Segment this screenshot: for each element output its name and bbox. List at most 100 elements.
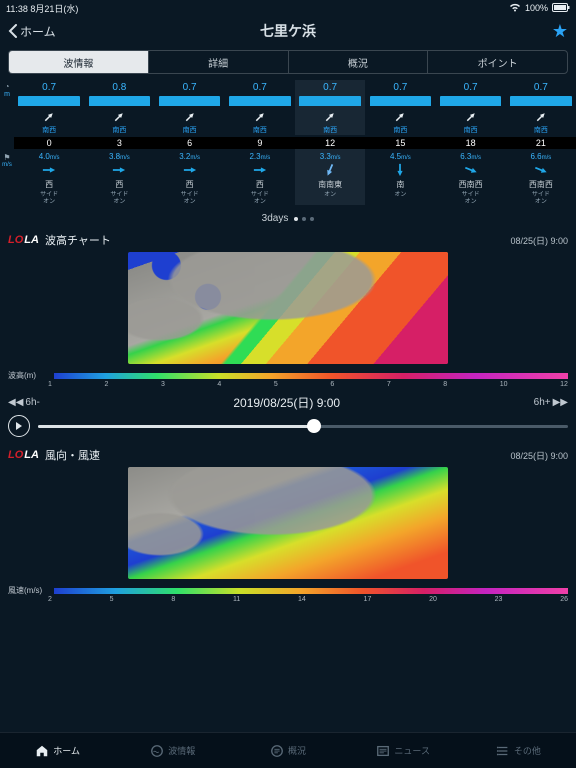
wave-bar [159, 96, 220, 106]
wind-dir-arrow-icon [393, 163, 407, 177]
tab-detail[interactable]: 詳細 [149, 51, 289, 73]
wave-dir-label: 南西 [183, 125, 197, 135]
wave-bar [18, 96, 79, 106]
tick-label: 26 [560, 596, 568, 603]
tick-label: 1 [48, 381, 52, 388]
wind-dir-arrow-icon [534, 163, 548, 177]
forecast-col[interactable]: 6.6m/s西南西サイドオン [506, 149, 576, 205]
forecast-col[interactable]: 0.8南西 [84, 80, 154, 135]
forecast-col[interactable]: 0.7南西 [14, 80, 84, 135]
wifi-icon [509, 3, 521, 14]
battery-label: 100% [525, 3, 548, 13]
tick-label: 2 [48, 596, 52, 603]
section-wave-chart-header: LOLA 波高チャート 08/25(日) 9:00 [0, 228, 576, 250]
time-scrubber: ◀◀ 6h- 2019/08/25(日) 9:00 6h+ ▶▶ [0, 392, 576, 443]
onshore-label: サイドオン [532, 192, 550, 205]
section-title: 波高チャート [45, 232, 111, 248]
scale-label: 波高(m) [8, 370, 48, 381]
step-back-6h[interactable]: ◀◀ 6h- [8, 397, 40, 408]
wind-dir-label: 南 [396, 179, 404, 190]
wind-dir-label: 西 [186, 179, 194, 190]
page-dot[interactable] [302, 217, 306, 221]
hour-label: 15 [365, 137, 435, 149]
forecast-col[interactable]: 0.7 南西 [295, 80, 365, 135]
onshore-label: サイドオン [181, 192, 199, 205]
favorite-button[interactable]: ★ [552, 21, 568, 42]
tick-label: 11 [233, 596, 240, 603]
time-slider[interactable] [38, 425, 568, 428]
wave-dir-arrow-icon [464, 110, 478, 124]
wave-height-value: 0.7 [534, 82, 548, 94]
wind-dir-arrow-icon [42, 163, 56, 177]
step-fwd-6h[interactable]: 6h+ ▶▶ [534, 397, 568, 408]
forecast-col[interactable]: 3.2m/s西サイドオン [155, 149, 225, 205]
wave-height-value: 0.7 [464, 82, 478, 94]
nav-bar: ホーム 七里ケ浜 ★ [0, 16, 576, 46]
wave-dir-arrow-icon [42, 110, 56, 124]
hour-label: 6 [155, 137, 225, 149]
wave-colorbar [54, 373, 568, 379]
wave-bar [299, 96, 360, 106]
wave-height-value: 0.7 [183, 82, 197, 94]
wave-icon: ◔ [0, 82, 14, 91]
forecast-col[interactable]: 0.7南西 [225, 80, 295, 135]
wave-bar [370, 96, 431, 106]
forecast-panel[interactable]: ◔ m 0.7南西0.8南西0.7南西0.7南西0.7南西0.7南西0.7南西0… [0, 78, 576, 209]
status-date: 8月21日(水) [30, 4, 78, 14]
wind-dir-arrow-icon [464, 163, 478, 177]
tick-label: 8 [443, 381, 447, 388]
forecast-pagination[interactable]: 3days [0, 209, 576, 228]
tab-overview[interactable]: 概況 [230, 733, 345, 768]
page-dot[interactable] [310, 217, 314, 221]
wave-dir-arrow-icon [323, 110, 337, 124]
back-button[interactable]: ホーム [8, 23, 56, 40]
page-dot[interactable] [294, 217, 298, 221]
wave-scale: 波高(m) [0, 366, 576, 381]
tab-point[interactable]: ポイント [428, 51, 567, 73]
forecast-col[interactable]: 3.8m/s西サイドオン [84, 149, 154, 205]
tick-label: 4 [217, 381, 221, 388]
forecast-col[interactable]: 4.5m/s南オン [365, 149, 435, 205]
status-right: 100% [509, 3, 570, 14]
forecast-col[interactable]: 0.7南西 [365, 80, 435, 135]
onshore-label: オン [394, 192, 406, 199]
tick-label: 12 [560, 381, 568, 388]
tab-overview[interactable]: 概況 [289, 51, 429, 73]
section-wind-chart-header: LOLA 風向・風速 08/25(日) 9:00 [0, 443, 576, 465]
flag-icon: ⚑ [0, 153, 14, 162]
wave-height-value: 0.7 [323, 82, 337, 94]
wave-dir-label: 南西 [534, 125, 548, 135]
wave-height-value: 0.7 [253, 82, 267, 94]
tab-wave-info[interactable]: 波情報 [9, 51, 149, 73]
forecast-col[interactable]: 6.3m/s西南西サイドオン [436, 149, 506, 205]
wave-height-map[interactable] [128, 252, 448, 364]
forecast-col[interactable]: 0.7 南西 [155, 80, 225, 135]
wave-height-value: 0.8 [112, 82, 126, 94]
hour-label: 0 [14, 137, 84, 149]
forecast-col[interactable]: 3.3m/s南南東オン [295, 149, 365, 205]
hour-label: 18 [436, 137, 506, 149]
segment-tabs: 波情報 詳細 概況 ポイント [8, 50, 568, 74]
tab-news[interactable]: ニュース [346, 733, 461, 768]
wind-map[interactable] [128, 467, 448, 579]
play-button[interactable] [8, 415, 30, 437]
wind-speed-value: 2.3m/s [249, 152, 270, 161]
forecast-gutter: ◔ m [0, 80, 14, 135]
wave-height-value: 0.7 [42, 82, 56, 94]
tab-more[interactable]: その他 [461, 733, 576, 768]
forecast-col[interactable]: 2.3m/s西サイドオン [225, 149, 295, 205]
wind-dir-arrow-icon [253, 163, 267, 177]
forecast-col[interactable]: 0.7 南西 [506, 80, 576, 135]
wave-height-value: 0.7 [393, 82, 407, 94]
forecast-col[interactable]: 0.7 南西 [436, 80, 506, 135]
wave-dir-label: 南西 [323, 125, 337, 135]
slider-thumb[interactable] [307, 419, 321, 433]
tick-label: 10 [500, 381, 508, 388]
wind-dir-label: 西 [45, 179, 53, 190]
forecast-col[interactable]: 4.0m/s西サイドオン [14, 149, 84, 205]
unit-m: m [0, 91, 14, 98]
wave-dir-label: 南西 [464, 125, 478, 135]
lola-logo: LOLA [8, 234, 39, 246]
tab-home[interactable]: ホーム [0, 733, 115, 768]
tab-wave-info[interactable]: 波情報 [115, 733, 230, 768]
